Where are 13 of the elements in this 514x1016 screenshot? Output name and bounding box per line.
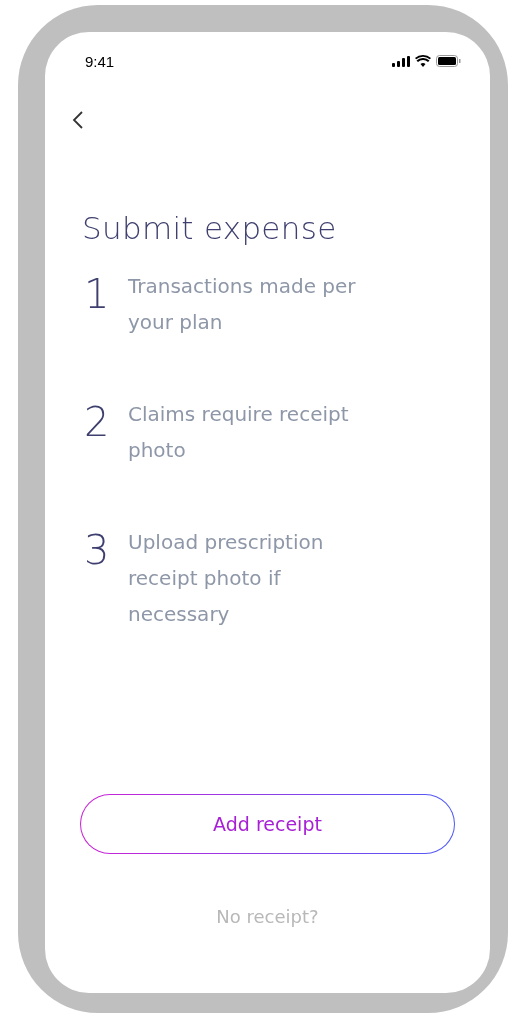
wifi-icon [415, 55, 431, 67]
status-time: 9:41 [85, 52, 115, 70]
battery-icon [436, 55, 461, 67]
chevron-left-icon [72, 110, 84, 130]
add-receipt-button[interactable]: Add receipt [80, 794, 455, 854]
step-number: 1 [83, 274, 110, 314]
step-number: 2 [83, 402, 110, 442]
step-number: 3 [83, 530, 110, 570]
signal-icon [392, 55, 410, 67]
step-text: Upload prescription receipt photo if necessary [128, 529, 325, 628]
step-text: Transactions made per your plan [128, 273, 357, 336]
step-text: Claims require receipt photo [128, 401, 350, 464]
page-title: Submit expense [82, 210, 338, 246]
